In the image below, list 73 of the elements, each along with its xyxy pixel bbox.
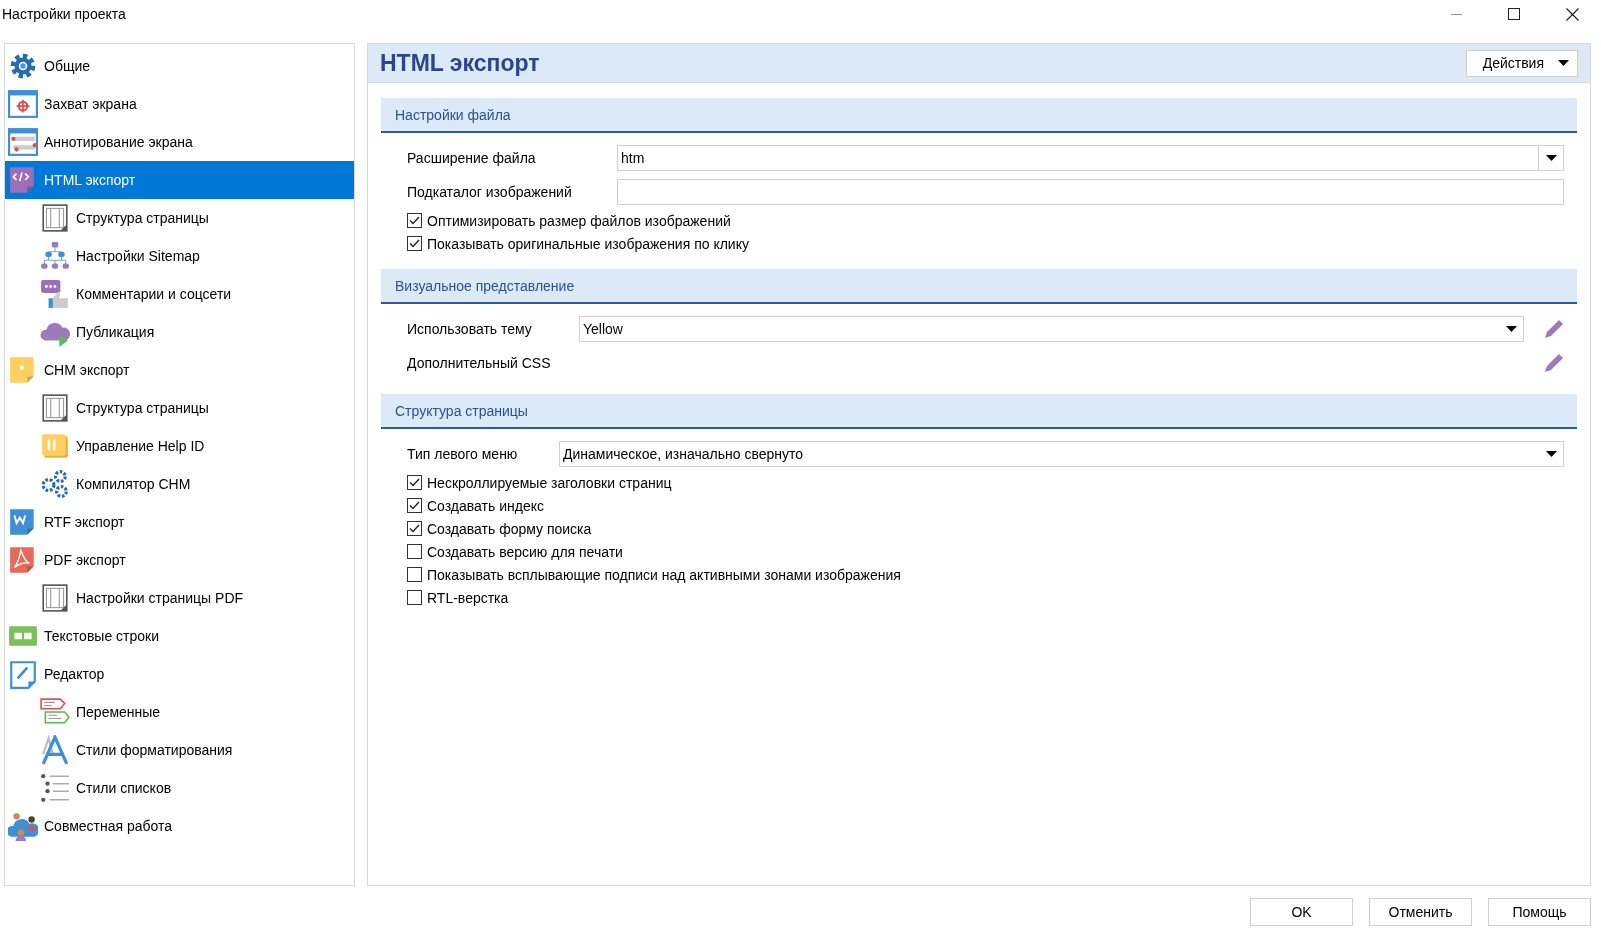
dropdown-field[interactable]: Динамическое, изначально свернуто: [559, 441, 1564, 467]
sitemap-icon: [40, 241, 70, 271]
sidebar-item[interactable]: Захват экрана: [5, 85, 354, 123]
sidebar-item[interactable]: Настройки Sitemap: [5, 237, 354, 275]
dropdown-field[interactable]: htm: [617, 145, 1564, 171]
checkbox[interactable]: [407, 475, 422, 490]
sidebar-item[interactable]: Стили списков: [5, 769, 354, 807]
checkbox[interactable]: [407, 544, 422, 559]
dialog-button[interactable]: Помощь: [1488, 898, 1591, 926]
dialog-button[interactable]: OK: [1250, 898, 1353, 926]
page-layout-icon: [40, 203, 70, 233]
annotated-window-icon: [8, 127, 38, 157]
sidebar-item[interactable]: Комментарии и соцсети: [5, 275, 354, 313]
checkbox[interactable]: [407, 567, 422, 582]
sidebar-item[interactable]: CHM экспорт: [5, 351, 354, 389]
sidebar-item[interactable]: PDF экспорт: [5, 541, 354, 579]
dropdown-field[interactable]: Yellow: [579, 316, 1524, 342]
sidebar-item[interactable]: Общие: [5, 47, 354, 85]
caret-icon: [1545, 451, 1557, 457]
team-cloud-icon: [8, 811, 38, 841]
input-field[interactable]: [617, 179, 1564, 205]
sidebar-item[interactable]: Структура страницы: [5, 389, 354, 427]
checkbox-label: Создавать форму поиска: [427, 520, 592, 537]
checkbox[interactable]: [407, 236, 422, 251]
gears-icon: [40, 469, 70, 499]
sidebar-item[interactable]: Публикация: [5, 313, 354, 351]
section-header: Настройки файла: [381, 98, 1577, 133]
field-label: Подкаталог изображений: [407, 184, 573, 200]
sidebar-item[interactable]: Переменные: [5, 693, 354, 731]
field-label: Использовать тему: [407, 321, 533, 337]
checkbox[interactable]: [407, 590, 422, 605]
font-style-icon: [40, 735, 70, 765]
checkbox-label: Создавать версию для печати: [427, 543, 623, 560]
page-layout-icon: [40, 393, 70, 423]
sidebar-item[interactable]: HTML экспорт: [5, 161, 354, 199]
checkbox-label: Показывать всплывающие подписи над активными зонами изображения: [427, 566, 901, 583]
sidebar-item[interactable]: Компилятор CHM: [5, 465, 354, 503]
list-style-icon: [40, 773, 70, 803]
caret-icon: [1505, 326, 1517, 332]
actions-button[interactable]: Действия: [1465, 49, 1578, 77]
sidebar-item[interactable]: Текстовые строки: [5, 617, 354, 655]
window-title: Настройки проекта: [1, 6, 126, 22]
caret-icon: [1545, 155, 1557, 161]
checkbox-label: Показывать оригинальные изображения по клику: [427, 235, 749, 252]
checkbox[interactable]: [407, 498, 422, 513]
edit-page-icon: [8, 659, 38, 689]
screen-target-icon: [8, 89, 38, 119]
checkbox-label: RTL-верстка: [427, 589, 509, 606]
dialog-button[interactable]: Отменить: [1369, 898, 1472, 926]
checkbox[interactable]: [407, 213, 422, 228]
variables-icon: [40, 697, 70, 727]
checkbox-label: Нескроллируемые заголовки страниц: [427, 474, 672, 491]
sidebar-item[interactable]: Управление Help ID: [5, 427, 354, 465]
sidebar-item[interactable]: Структура страницы: [5, 199, 354, 237]
checkbox[interactable]: [407, 521, 422, 536]
sidebar-item[interactable]: Совместная работа: [5, 807, 354, 845]
sidebar-item[interactable]: Аннотирование экрана: [5, 123, 354, 161]
gear-icon: [8, 51, 38, 81]
field-label: Дополнительный CSS: [407, 355, 551, 371]
page-title: HTML экспорт: [380, 49, 540, 77]
sidebar-item[interactable]: Настройки страницы PDF: [5, 579, 354, 617]
caret-icon: [1558, 60, 1569, 66]
field-label: Тип левого меню: [407, 446, 519, 462]
section-header: Визуальное представление: [381, 269, 1577, 304]
sidebar-item[interactable]: RTF экспорт: [5, 503, 354, 541]
sidebar-item[interactable]: Редактор: [5, 655, 354, 693]
sidebar-item[interactable]: Стили форматирования: [5, 731, 354, 769]
field-label: Расширение файла: [407, 150, 537, 166]
chat-thumb-icon: [40, 279, 70, 309]
section-header: Структура страницы: [381, 394, 1577, 429]
checkbox-label: Оптимизировать размер файлов изображений: [427, 212, 731, 229]
page-layout-icon: [40, 583, 70, 613]
checkbox-label: Создавать индекс: [427, 497, 544, 514]
